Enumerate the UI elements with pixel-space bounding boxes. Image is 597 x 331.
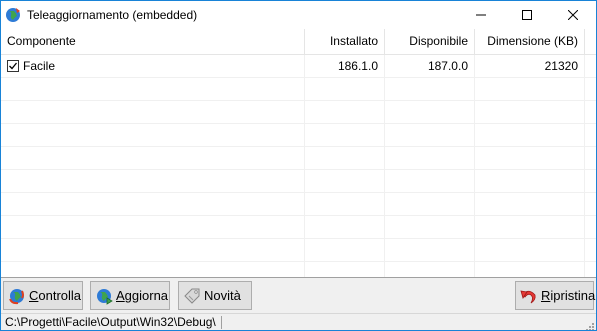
component-name: Facile <box>23 59 56 73</box>
resize-grip-icon[interactable] <box>585 320 595 330</box>
empty-row <box>1 124 596 147</box>
toolbar: Controlla Aggiorna Novità Ripristina <box>1 277 596 314</box>
maximize-icon <box>522 10 532 20</box>
tag-icon <box>183 287 201 305</box>
globe-update-icon <box>95 287 113 305</box>
novita-button[interactable]: Novità <box>178 281 252 310</box>
empty-row <box>1 101 596 124</box>
minimize-button[interactable] <box>458 1 504 29</box>
empty-row <box>1 78 596 101</box>
row-checkbox[interactable] <box>7 60 19 72</box>
app-globe-icon <box>5 7 21 23</box>
status-bar: C:\Progetti\Facile\Output\Win32\Debug\ <box>1 313 596 330</box>
column-header-installato[interactable]: Installato <box>305 29 385 54</box>
novita-label: Novità <box>204 288 241 303</box>
aggiorna-label: Aggiorna <box>116 288 169 303</box>
cell-installato: 186.1.0 <box>305 55 385 77</box>
close-button[interactable] <box>550 1 596 29</box>
column-header-componente[interactable]: Componente <box>1 29 305 54</box>
minimize-icon <box>476 14 486 16</box>
empty-row <box>1 216 596 239</box>
empty-row <box>1 147 596 170</box>
aggiorna-button[interactable]: Aggiorna <box>90 281 170 310</box>
window-controls <box>458 1 596 29</box>
maximize-button[interactable] <box>504 1 550 29</box>
empty-row <box>1 193 596 216</box>
checkmark-icon <box>9 62 18 70</box>
status-path: C:\Progetti\Facile\Output\Win32\Debug\ <box>5 315 216 329</box>
app-window: Teleaggiornamento (embedded) Componente … <box>0 0 597 331</box>
window-title: Teleaggiornamento (embedded) <box>27 8 198 22</box>
ripristina-label: Ripristina <box>541 288 596 303</box>
empty-row <box>1 239 596 262</box>
undo-arrow-icon <box>520 287 538 305</box>
globe-refresh-icon <box>8 287 26 305</box>
components-list[interactable]: Componente Installato Disponibile Dimens… <box>1 29 596 277</box>
status-separator <box>221 316 222 329</box>
cell-disponibile: 187.0.0 <box>385 55 475 77</box>
cell-componente: Facile <box>1 55 305 77</box>
title-bar[interactable]: Teleaggiornamento (embedded) <box>1 1 596 29</box>
column-header-dimensione[interactable]: Dimensione (KB) <box>475 29 585 54</box>
table-row[interactable]: Facile 186.1.0 187.0.0 21320 <box>1 55 596 78</box>
controlla-label: Controlla <box>29 288 82 303</box>
column-header-disponibile[interactable]: Disponibile <box>385 29 475 54</box>
controlla-button[interactable]: Controlla <box>3 281 83 310</box>
cell-dimensione: 21320 <box>475 55 585 77</box>
ripristina-button[interactable]: Ripristina <box>515 281 596 310</box>
empty-row <box>1 170 596 193</box>
close-icon <box>568 10 578 20</box>
empty-row <box>1 262 596 277</box>
list-header: Componente Installato Disponibile Dimens… <box>1 29 596 55</box>
